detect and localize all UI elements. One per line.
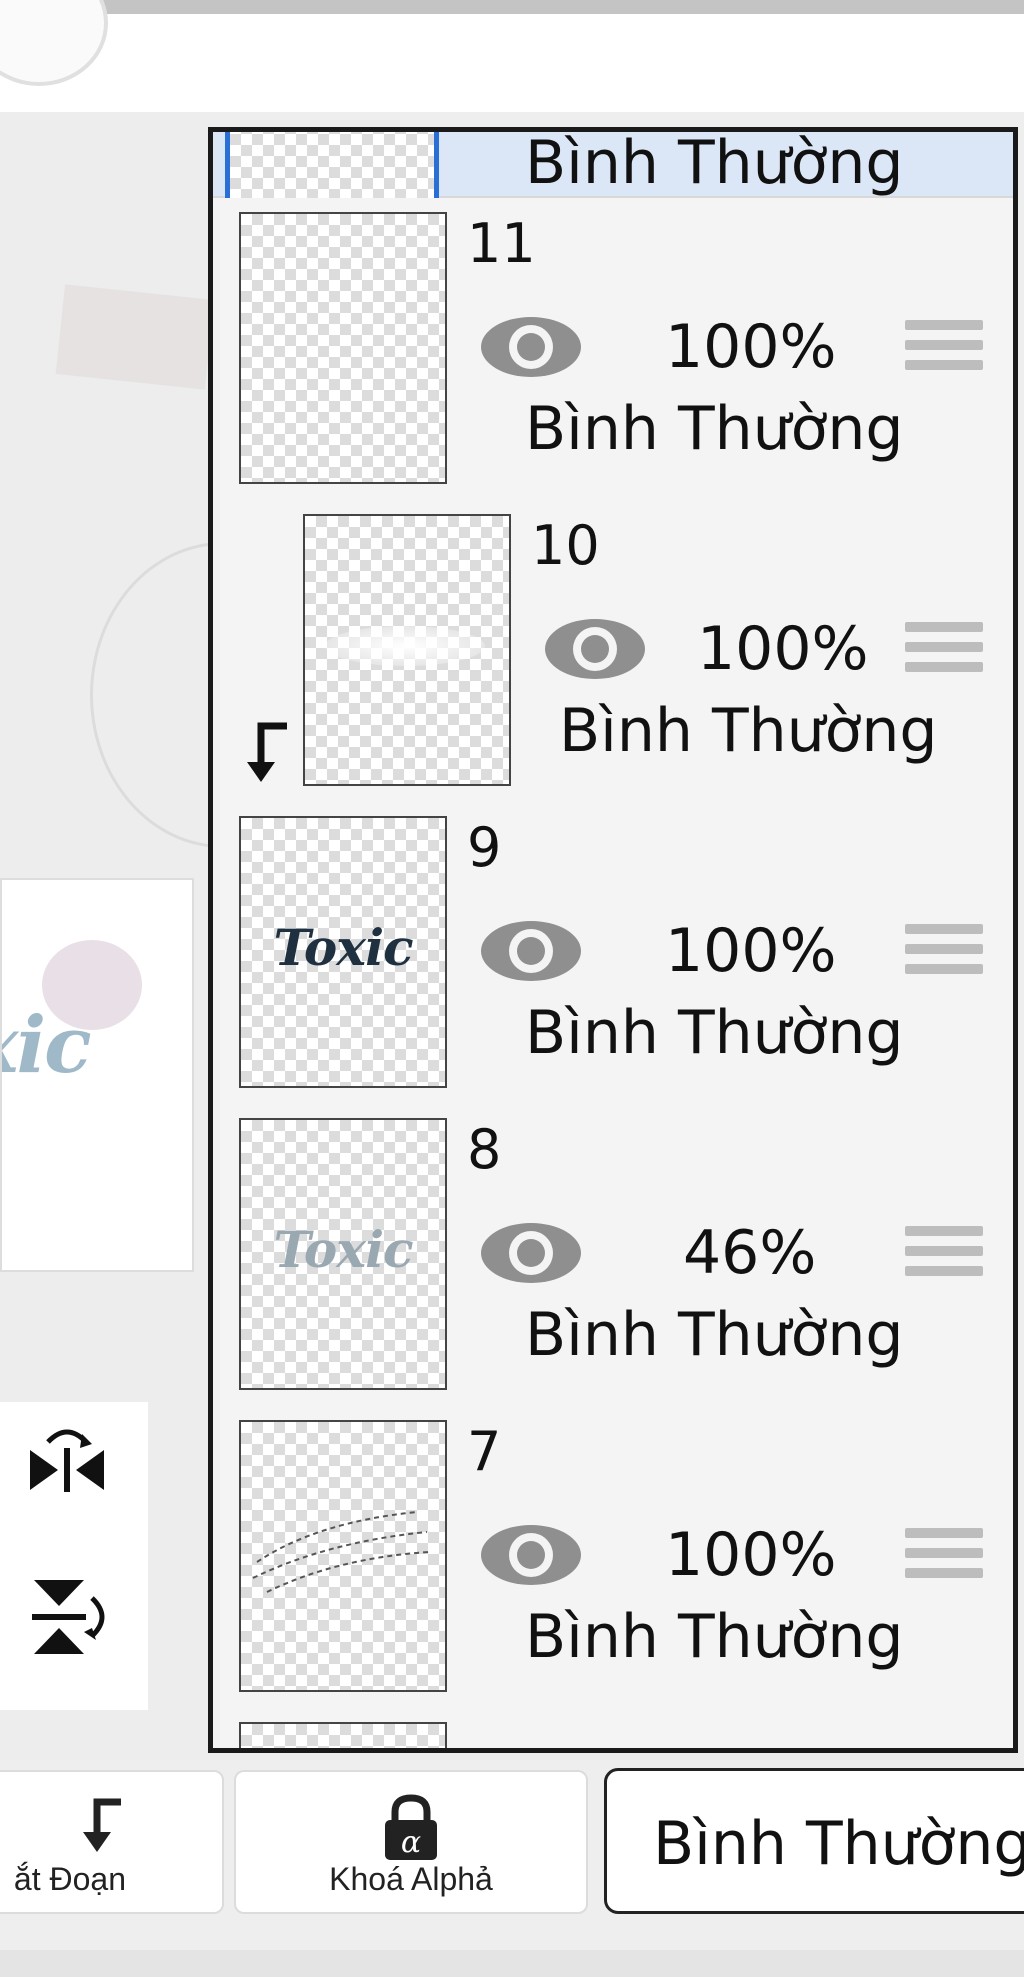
drag-handle-icon[interactable] xyxy=(905,924,983,986)
side-tools xyxy=(0,1402,148,1710)
layer-opacity[interactable]: 100% xyxy=(665,312,837,382)
alpha-lock-label: Khoá Alphả xyxy=(329,1861,493,1897)
back-button[interactable] xyxy=(0,0,108,86)
layer-number: 8 xyxy=(467,1118,502,1181)
thumbnail-glow xyxy=(325,626,485,666)
layer-thumbnail[interactable] xyxy=(239,1420,447,1692)
layer-row-10[interactable]: 10 100% Bình Thường xyxy=(213,500,1013,804)
layer-opacity[interactable]: 100% xyxy=(665,916,837,986)
layer-row-11[interactable]: 11 100% Bình Thường xyxy=(213,198,1013,502)
layer-blend-mode[interactable]: Bình Thường xyxy=(525,998,904,1068)
eye-icon[interactable] xyxy=(479,1220,583,1286)
canvas-preview: xic xyxy=(0,878,194,1272)
layer-row-next[interactable] xyxy=(213,1708,1013,1748)
clipping-label: ắt Đoạn xyxy=(13,1861,126,1897)
blend-mode-select[interactable]: Bình Thường xyxy=(604,1768,1024,1914)
alpha-symbol: α xyxy=(401,1825,421,1860)
layer-opacity[interactable]: 100% xyxy=(697,614,869,684)
layer-opacity[interactable]: 100% xyxy=(665,1520,837,1590)
layer-thumbnail[interactable] xyxy=(239,1722,447,1748)
drag-handle-icon[interactable] xyxy=(905,1226,983,1288)
lock-icon: α xyxy=(385,1794,437,1860)
layer-thumbnail[interactable] xyxy=(239,212,447,484)
clip-arrow-icon xyxy=(83,1798,121,1852)
eye-icon[interactable] xyxy=(479,918,583,984)
alpha-lock-button[interactable]: α Khoá Alphả xyxy=(234,1770,588,1914)
canvas-area[interactable]: xic xyxy=(0,112,210,1762)
drag-handle-icon[interactable] xyxy=(905,320,983,382)
layer-thumbnail[interactable]: Toxic xyxy=(239,1118,447,1390)
layer-row-7[interactable]: 7 100% Bình Thường xyxy=(213,1406,1013,1710)
status-strip xyxy=(100,0,1024,14)
layer-number: 9 xyxy=(467,816,502,879)
bottom-toolbar: ắt Đoạn α Khoá Alphả Bình Thường xyxy=(0,1760,1024,1977)
eye-icon[interactable] xyxy=(479,1522,583,1588)
canvas-artwork xyxy=(55,284,210,390)
flip-horizontal-icon[interactable] xyxy=(22,1420,112,1510)
layer-blend-mode[interactable]: Bình Thường xyxy=(525,1602,904,1672)
drag-handle-icon[interactable] xyxy=(905,1528,983,1590)
canvas-artwork-stroke xyxy=(90,542,210,848)
clipping-button[interactable]: ắt Đoạn xyxy=(0,1770,224,1914)
flip-vertical-icon[interactable] xyxy=(22,1572,112,1662)
thumbnail-swirls xyxy=(252,1511,430,1593)
blend-mode-value: Bình Thường xyxy=(653,1809,1024,1879)
thumbnail-text: Toxic xyxy=(273,1220,413,1279)
thumbnail-text: Toxic xyxy=(273,918,413,977)
eye-icon[interactable] xyxy=(479,314,583,380)
layer-row-9[interactable]: Toxic 9 100% Bình Thường xyxy=(213,802,1013,1106)
layer-panel: Bình Thường 11 100% Bình Thường 10 100% xyxy=(208,127,1018,1753)
layer-blend-mode[interactable]: Bình Thường xyxy=(525,1300,904,1370)
layer-number: 10 xyxy=(531,514,600,577)
layer-opacity[interactable]: 46% xyxy=(683,1218,816,1288)
top-bar xyxy=(0,0,1024,112)
bottom-footer xyxy=(0,1950,1024,1977)
layer-thumbnail[interactable]: Toxic xyxy=(239,816,447,1088)
clip-arrow-icon xyxy=(247,722,287,782)
layer-row-selected[interactable]: Bình Thường xyxy=(213,132,1013,220)
preview-text: xic xyxy=(2,1000,92,1091)
layer-number: 7 xyxy=(467,1420,502,1483)
layer-blend-mode[interactable]: Bình Thường xyxy=(559,696,938,766)
layer-row-8[interactable]: Toxic 8 46% Bình Thường xyxy=(213,1104,1013,1408)
layer-number: 11 xyxy=(467,212,536,275)
layer-blend-mode[interactable]: Bình Thường xyxy=(525,394,904,464)
eye-icon[interactable] xyxy=(543,616,647,682)
drag-handle-icon[interactable] xyxy=(905,622,983,684)
layer-thumbnail[interactable] xyxy=(303,514,511,786)
layer-blend-mode[interactable]: Bình Thường xyxy=(525,132,904,198)
